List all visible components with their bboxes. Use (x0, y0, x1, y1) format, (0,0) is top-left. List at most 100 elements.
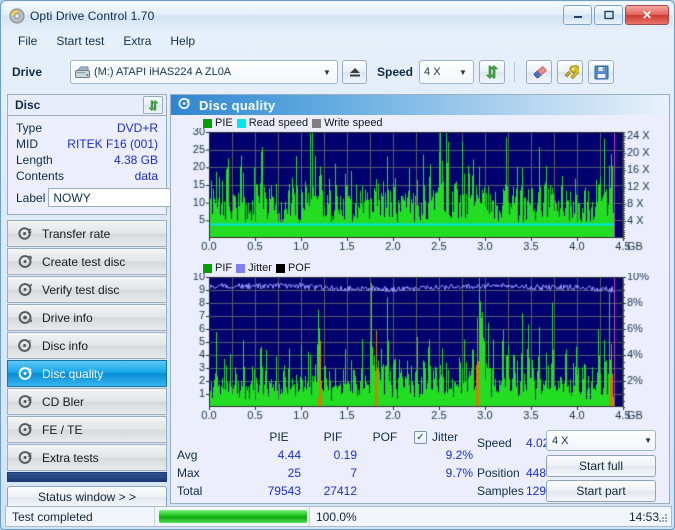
close-button[interactable]: ✕ (625, 5, 669, 25)
sidebar-item-create-test-disc[interactable]: Create test disc (7, 248, 167, 275)
sidebar-item-disc-quality[interactable]: Disc quality (7, 360, 167, 387)
disc-refresh-button[interactable] (143, 96, 163, 114)
stats-row-avg: Avg (177, 448, 198, 462)
sidebar-label: Disc quality (42, 366, 104, 381)
disc-mid-value: RITEK F16 (001) (67, 137, 158, 151)
drive-select-value: (M:) ATAPI iHAS224 A ZL0A (94, 66, 232, 78)
nav-footer-strip (7, 472, 167, 482)
disc-length-label: Length (16, 153, 53, 167)
stats-jitter-avg: 9.2% (445, 448, 473, 462)
stats-pie-max: 25 (287, 466, 301, 480)
sidebar-label: Disc info (42, 338, 89, 353)
disc-contents-label: Contents (16, 169, 65, 183)
disc-contents-value: data (134, 169, 158, 183)
erase-button[interactable] (526, 60, 553, 84)
stats-pif-max: 7 (350, 466, 357, 480)
drive-select[interactable]: (M:) ATAPI iHAS224 A ZL0A ▼ (70, 60, 338, 84)
window-controls: ✕ (563, 5, 669, 25)
disc-info-row-type: Type DVD+R (16, 120, 158, 136)
legend-swatch (203, 263, 212, 273)
sidebar-item-cd-bler[interactable]: CD Bler (7, 388, 167, 415)
drive-label: Drive (12, 65, 43, 79)
menu-item-file[interactable]: File (10, 32, 45, 50)
disc-info-block: Type DVD+R MID RITEK F16 (001) Length 4.… (7, 116, 230, 215)
chevron-down-icon: ▼ (459, 67, 467, 77)
status-bar: Test completed 100.0% 14:53 (5, 506, 672, 527)
stats-pif-avg: 0.19 (333, 448, 357, 462)
drive-icon (75, 65, 90, 79)
panel-title: Disc quality (199, 97, 276, 113)
disc-mid-label: MID (16, 137, 38, 151)
chevron-down-icon: ▼ (323, 67, 331, 77)
pif-chart-canvas (171, 273, 669, 425)
disc-length-value: 4.38 GB (113, 153, 158, 167)
sidebar-item-disc-info[interactable]: Disc info (7, 332, 167, 359)
stats-header-pof: POF (372, 430, 398, 444)
drive-info-icon (18, 310, 33, 325)
sidebar-label: Transfer rate (42, 226, 111, 241)
speed-label: Speed (377, 65, 414, 79)
sidebar-label: CD Bler (42, 394, 85, 409)
progress-cell (154, 507, 310, 526)
disc-fete-icon (18, 422, 33, 437)
test-speed-value: 4 X (552, 434, 569, 447)
jitter-checkbox[interactable]: ✓ (414, 431, 427, 444)
menu-item-help[interactable]: Help (162, 32, 203, 50)
disc-panel-title: Disc (15, 98, 41, 112)
sidebar-item-transfer-rate[interactable]: Transfer rate (7, 220, 167, 247)
tools-button[interactable] (557, 60, 584, 84)
legend-swatch (236, 118, 246, 128)
legend-swatch (275, 263, 285, 273)
maximize-button[interactable] (594, 5, 623, 25)
disc-speed-icon (18, 226, 33, 241)
disc-label-row: Label (16, 187, 230, 208)
app-window: Opti Drive Control 1.70 ✕ File Start tes… (0, 0, 675, 530)
eject-button[interactable] (342, 60, 367, 84)
stats-header-jitter: Jitter (432, 430, 459, 444)
stats-header-pie: PIE (269, 430, 289, 444)
resize-grip[interactable] (658, 513, 668, 523)
stats-speed-label: Speed (477, 436, 512, 450)
sidebar-item-extra-tests[interactable]: Extra tests (7, 444, 167, 471)
disc-type-value: DVD+R (116, 121, 158, 135)
app-disc-icon (9, 8, 25, 24)
legend-swatch (312, 118, 322, 128)
start-part-button[interactable]: Start part (546, 480, 656, 502)
stats-row-total: Total (177, 484, 203, 498)
stats-pif-total: 27412 (323, 484, 357, 498)
stats-row-max: Max (177, 466, 200, 480)
save-button[interactable] (588, 60, 615, 84)
disc-panel-header: Disc (7, 94, 167, 116)
progress-bar (159, 510, 307, 523)
stats-position-label: Position (477, 466, 520, 480)
refresh-button[interactable] (479, 60, 506, 84)
minimize-button[interactable] (563, 5, 592, 25)
status-window-button[interactable]: Status window > > (7, 486, 167, 508)
disc-quality-icon (178, 97, 191, 113)
sidebar-label: Verify test disc (42, 282, 120, 297)
stats-pie-avg: 4.44 (277, 448, 301, 462)
chevron-down-icon: ▼ (644, 436, 652, 445)
pie-chart-canvas (171, 128, 669, 256)
drive-toolbar: Drive (M:) ATAPI iHAS224 A ZL0A ▼ Speed … (2, 51, 673, 93)
disc-info-row-length: Length 4.38 GB (16, 152, 158, 168)
disc-bler-icon (18, 394, 33, 409)
sidebar-label: Drive info (42, 310, 93, 325)
menu-item-start-test[interactable]: Start test (48, 32, 112, 50)
speed-select[interactable]: 4 X ▼ (419, 60, 475, 84)
panel-header: Disc quality (171, 95, 669, 115)
pif-chart (171, 273, 669, 425)
statistics-panel: PIE PIF POF ✓ Jitter Avg Max Total 4.44 … (171, 428, 669, 503)
stats-jitter-max: 9.7% (445, 466, 473, 480)
sidebar-item-fe-te[interactable]: FE / TE (7, 416, 167, 443)
disc-extra-icon (18, 450, 33, 465)
start-full-button[interactable]: Start full (546, 455, 656, 477)
window-title: Opti Drive Control 1.70 (30, 9, 155, 23)
menu-item-extra[interactable]: Extra (115, 32, 159, 50)
stats-pie-total: 79543 (267, 484, 301, 498)
sidebar-item-drive-info[interactable]: Drive info (7, 304, 167, 331)
left-panel: Disc Type DVD+R MID RITEK F16 (001) Leng… (7, 94, 230, 508)
legend-swatch (236, 263, 246, 273)
sidebar-item-verify-test-disc[interactable]: Verify test disc (7, 276, 167, 303)
test-speed-select[interactable]: 4 X ▼ (546, 430, 656, 451)
